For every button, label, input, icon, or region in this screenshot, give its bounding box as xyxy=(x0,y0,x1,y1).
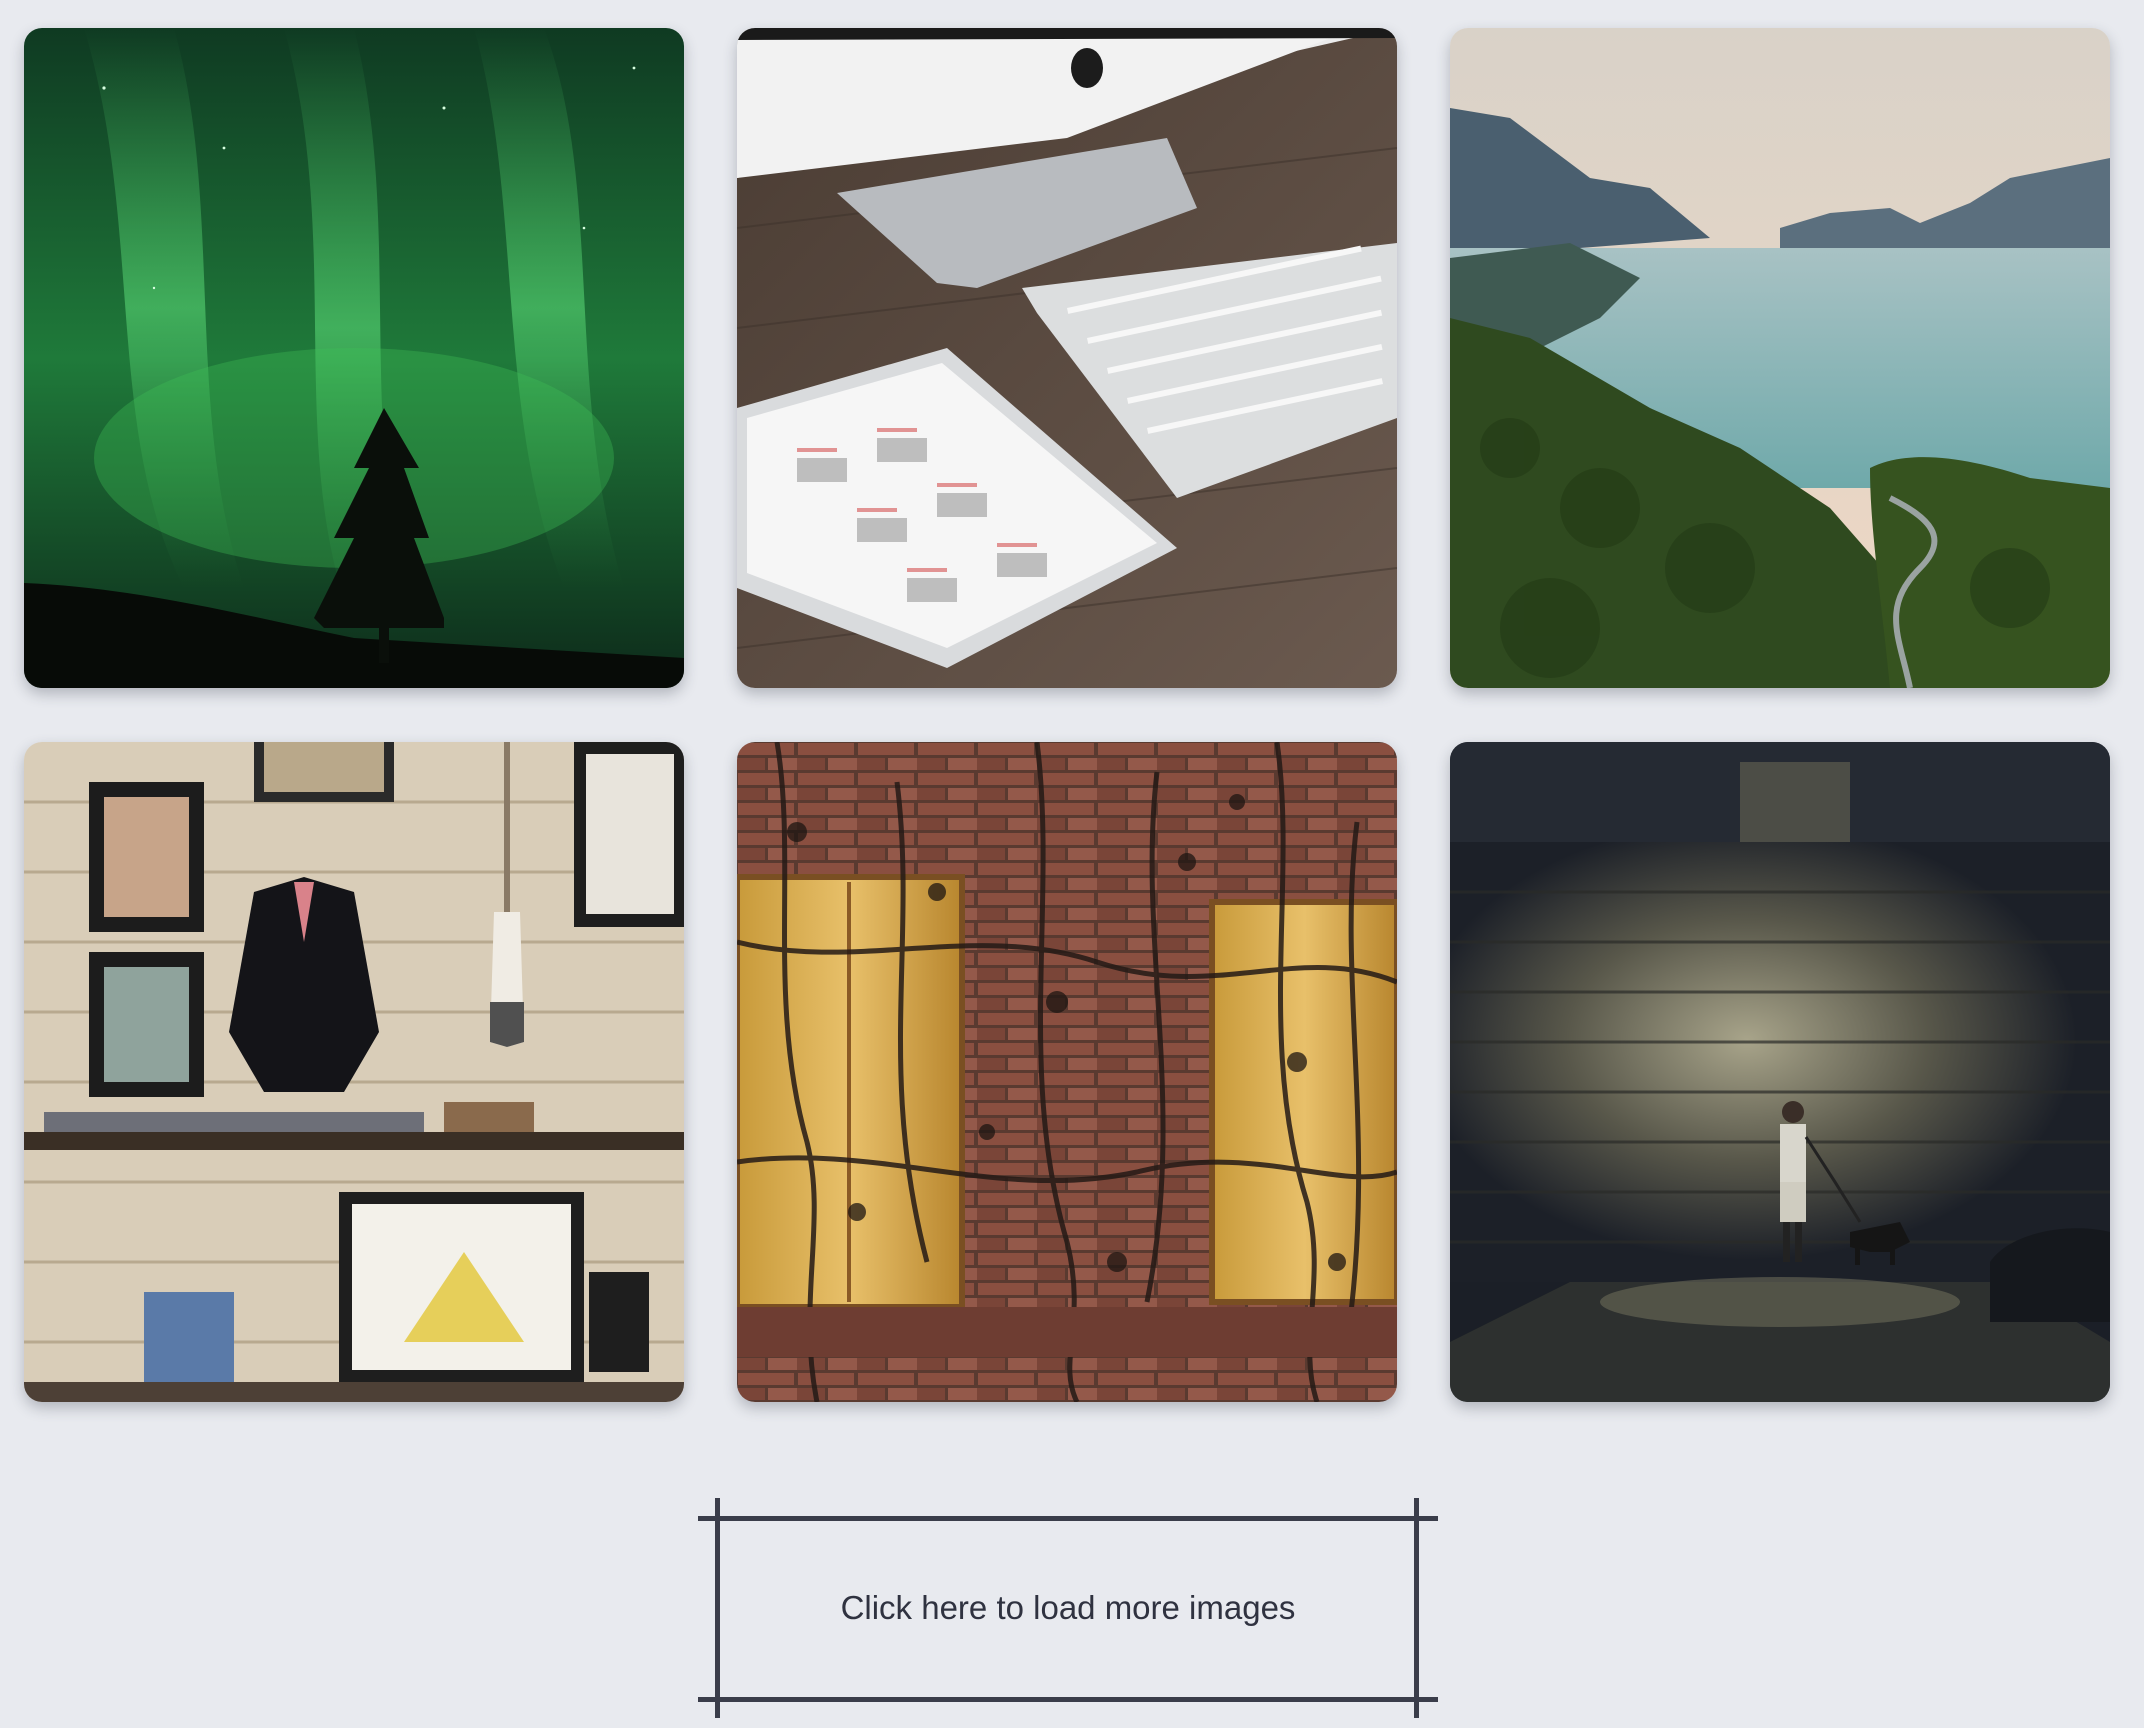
brick-wall-photo xyxy=(737,742,1397,1402)
load-more-container: Click here to load more images xyxy=(698,1498,1438,1718)
gallery-image-brick-wall[interactable] xyxy=(737,742,1397,1402)
dog-walk-photo xyxy=(1450,742,2110,1402)
image-gallery xyxy=(24,28,2111,1402)
gallery-image-desk[interactable] xyxy=(737,28,1397,688)
desk-photo xyxy=(737,28,1397,688)
gallery-image-shop[interactable] xyxy=(24,742,684,1402)
aurora-photo xyxy=(24,28,684,688)
gallery-image-aurora[interactable] xyxy=(24,28,684,688)
shop-photo xyxy=(24,742,684,1402)
gallery-image-dog-walk[interactable] xyxy=(1450,742,2110,1402)
load-more-button[interactable]: Click here to load more images xyxy=(718,1516,1418,1700)
lake-photo xyxy=(1450,28,2110,688)
gallery-image-lake[interactable] xyxy=(1450,28,2110,688)
